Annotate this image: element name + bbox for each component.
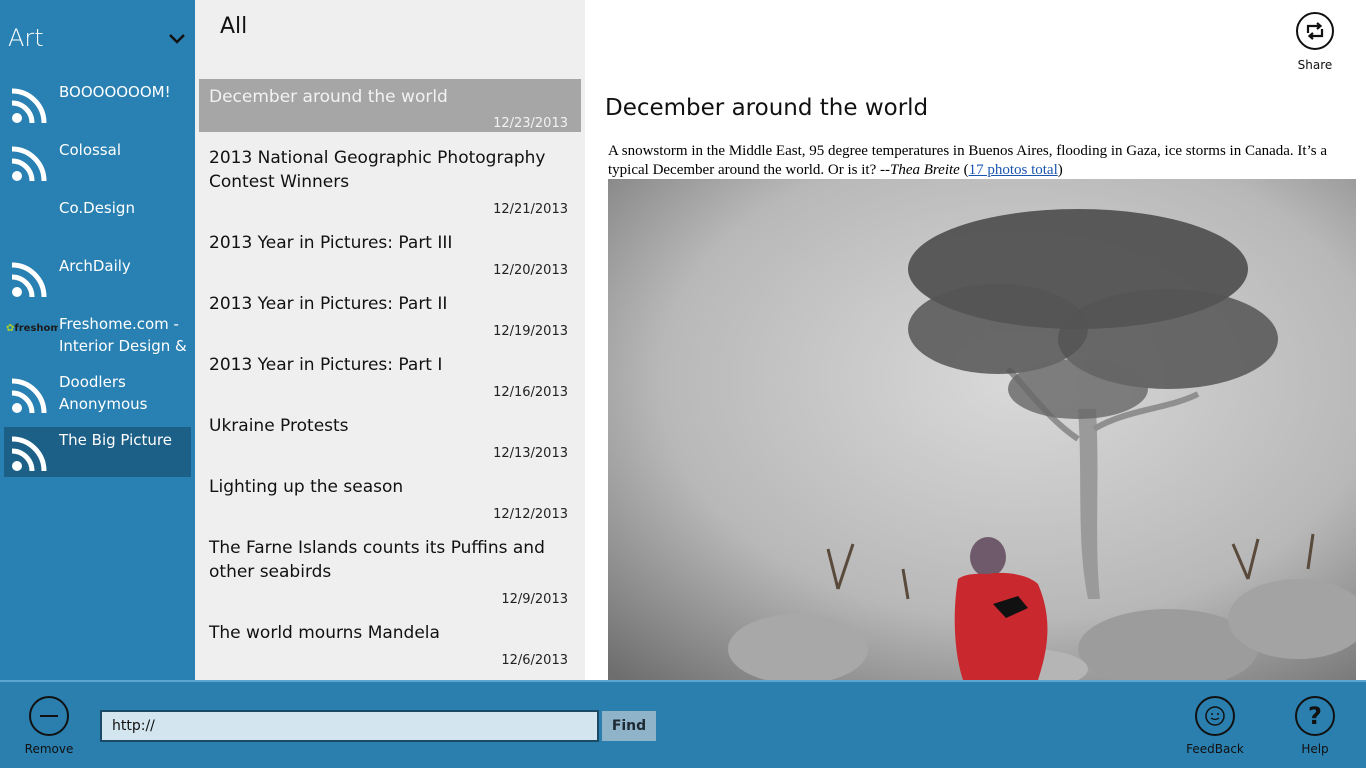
sidebar-item-label: Colossal bbox=[59, 141, 121, 159]
app-bar: Remove Find FeedBack ? Help bbox=[0, 680, 1366, 768]
article-date: 12/12/2013 bbox=[493, 507, 568, 522]
sidebar-item-label: Freshome.com - Interior Design & Archite… bbox=[59, 315, 187, 355]
article-text: A snowstorm in the Middle East, 95 degre… bbox=[608, 143, 1328, 178]
share-label: Share bbox=[1297, 58, 1333, 72]
article-title: Ukraine Protests bbox=[209, 416, 349, 436]
remove-label: Remove bbox=[24, 742, 74, 756]
article-date: 12/21/2013 bbox=[493, 202, 568, 217]
rss-icon bbox=[11, 146, 47, 182]
help-button[interactable]: ? Help bbox=[1280, 696, 1350, 766]
sidebar-item-the-big-picture[interactable]: The Big Picture bbox=[4, 427, 191, 477]
share-button[interactable]: Share bbox=[1292, 12, 1338, 76]
sidebar-item-label: ArchDaily bbox=[59, 257, 131, 275]
list-item[interactable]: 2013 Year in Pictures: Part II 12/19/201… bbox=[199, 286, 581, 340]
feed-url-input[interactable] bbox=[100, 710, 599, 742]
chevron-down-icon bbox=[169, 34, 185, 44]
list-item[interactable]: Lighting up the season 12/12/2013 bbox=[199, 469, 581, 523]
sidebar-item-codesign[interactable]: Co.Design bbox=[4, 195, 191, 245]
sidebar-item-label: Co.Design bbox=[59, 199, 135, 217]
article-heading: December around the world bbox=[605, 95, 929, 121]
category-selector[interactable]: Art bbox=[0, 0, 195, 76]
article-date: 12/23/2013 bbox=[493, 116, 568, 131]
reading-pane: Share December around the world A snowst… bbox=[585, 0, 1366, 680]
article-date: 12/16/2013 bbox=[493, 385, 568, 400]
remove-button[interactable]: Remove bbox=[14, 696, 84, 766]
snow-reindeer-photo bbox=[608, 179, 1356, 680]
article-title: The world mourns Mandela bbox=[209, 623, 440, 643]
sidebar-item-doodlers-anonymous[interactable]: Doodlers Anonymous bbox=[4, 369, 191, 419]
article-date: 12/13/2013 bbox=[493, 446, 568, 461]
freshome-logo-icon: ✿freshome bbox=[6, 323, 58, 334]
sidebar-item-archdaily[interactable]: ArchDaily bbox=[4, 253, 191, 303]
share-icon bbox=[1296, 12, 1334, 50]
article-date: 12/19/2013 bbox=[493, 324, 568, 339]
rss-icon bbox=[11, 262, 47, 298]
rss-icon bbox=[11, 436, 47, 472]
sidebar-item-freshome[interactable]: ✿freshome Freshome.com - Interior Design… bbox=[4, 311, 191, 361]
feedback-button[interactable]: FeedBack bbox=[1180, 696, 1250, 766]
find-button[interactable]: Find bbox=[602, 711, 656, 741]
article-title: December around the world bbox=[209, 87, 448, 107]
article-title: 2013 Year in Pictures: Part III bbox=[209, 233, 453, 253]
article-title: The Farne Islands counts its Puffins and… bbox=[209, 538, 545, 582]
article-title: 2013 Year in Pictures: Part II bbox=[209, 294, 448, 314]
article-date: 12/9/2013 bbox=[501, 592, 568, 607]
list-item[interactable]: The Farne Islands counts its Puffins and… bbox=[199, 530, 581, 608]
feedback-label: FeedBack bbox=[1186, 742, 1244, 756]
sidebar-item-label: The Big Picture bbox=[59, 431, 172, 449]
question-mark-icon: ? bbox=[1295, 696, 1335, 736]
sidebar-item-boooooooom[interactable]: BOOOOOOOM! bbox=[4, 79, 191, 129]
article-title: 2013 National Geographic Photography Con… bbox=[209, 148, 546, 192]
list-item[interactable]: December around the world 12/23/2013 bbox=[199, 79, 581, 132]
category-label: Art bbox=[8, 24, 44, 52]
list-item[interactable]: 2013 National Geographic Photography Con… bbox=[199, 140, 581, 218]
sidebar-item-label: Doodlers Anonymous bbox=[59, 373, 148, 413]
help-label: Help bbox=[1301, 742, 1329, 756]
article-date: 12/20/2013 bbox=[493, 263, 568, 278]
article-title: Lighting up the season bbox=[209, 477, 404, 497]
article-title: 2013 Year in Pictures: Part I bbox=[209, 355, 443, 375]
article-body: A snowstorm in the Middle East, 95 degre… bbox=[608, 143, 1328, 178]
feed-sidebar: Art BOOOOOOOM! Colossal Co.Design ArchDa… bbox=[0, 0, 195, 680]
list-item[interactable]: 2013 Year in Pictures: Part III 12/20/20… bbox=[199, 225, 581, 279]
sidebar-item-label: BOOOOOOOM! bbox=[59, 83, 171, 101]
list-item[interactable]: Ukraine Protests 12/13/2013 bbox=[199, 408, 581, 462]
rss-icon bbox=[11, 88, 47, 124]
article-list: All December around the world 12/23/2013… bbox=[195, 0, 585, 680]
article-date: 12/6/2013 bbox=[501, 653, 568, 668]
list-item[interactable]: 2013 Year in Pictures: Part I 12/16/2013 bbox=[199, 347, 581, 401]
smiley-icon bbox=[1195, 696, 1235, 736]
minus-icon bbox=[29, 696, 69, 736]
list-item[interactable]: The world mourns Mandela 12/6/2013 bbox=[199, 615, 581, 669]
list-title: All bbox=[220, 14, 248, 39]
sidebar-item-colossal[interactable]: Colossal bbox=[4, 137, 191, 187]
article-author: Thea Breite bbox=[889, 162, 960, 178]
photos-link[interactable]: 17 photos total bbox=[969, 162, 1058, 178]
rss-icon bbox=[11, 378, 47, 414]
